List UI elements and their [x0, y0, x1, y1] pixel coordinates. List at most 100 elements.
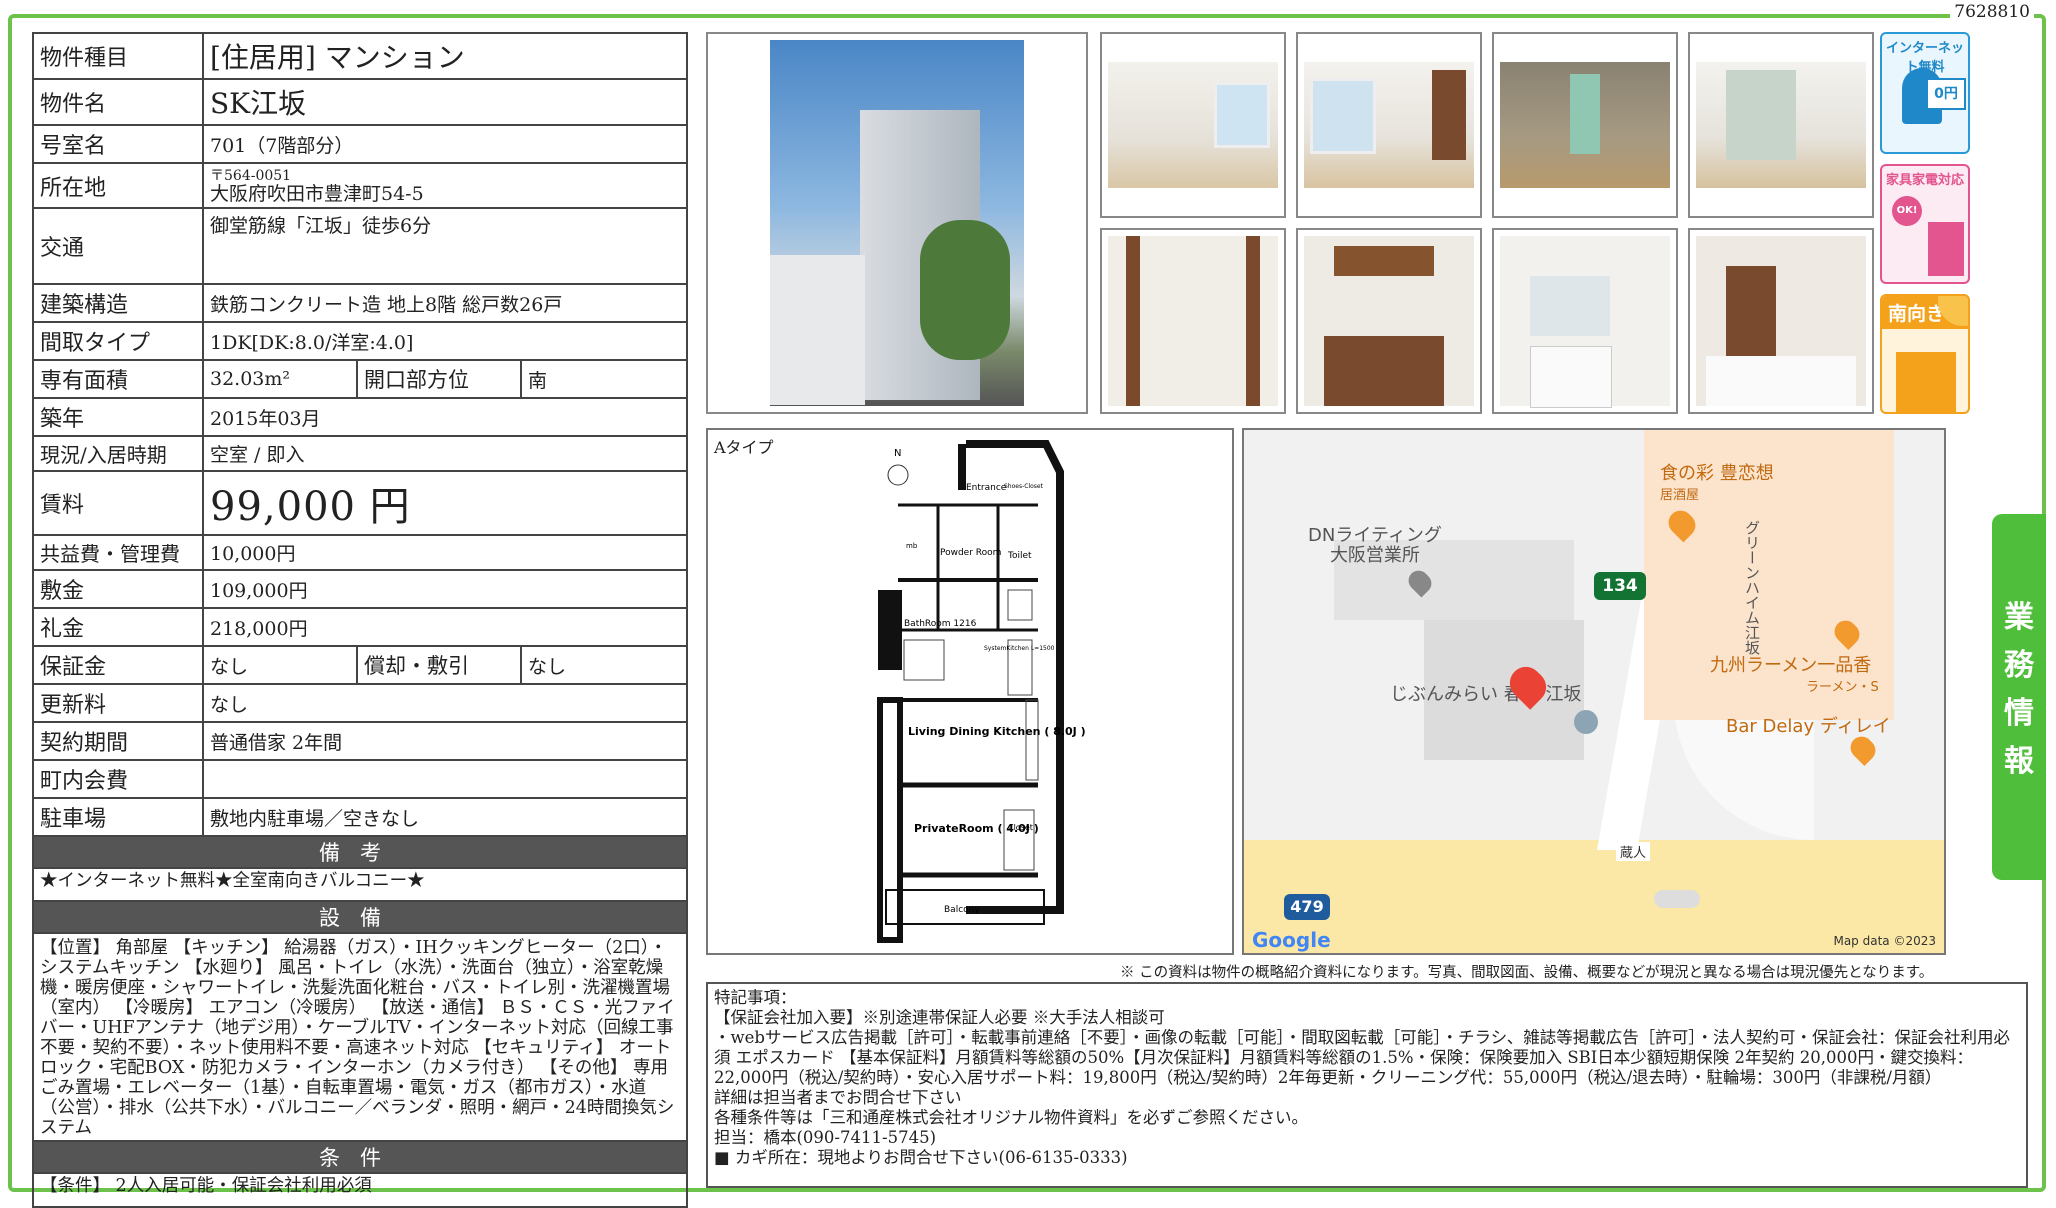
facing-label: 開口部方位: [356, 359, 522, 399]
contact-person: 担当：橋本(090-7411-5745): [714, 1128, 937, 1147]
layout-value: 1DK[DK:8.0/洋室:4.0]: [201, 321, 689, 361]
remarks-text: ★インターネット無料★全室南向きバルコニー★: [31, 867, 689, 902]
remarks-line-1: 【保証会社加入要】※別途連帯保証人必要 ※大手法人相談可: [714, 1008, 1165, 1027]
powder-room-label: Powder Room: [940, 548, 1001, 558]
town-fee-value: [201, 759, 689, 799]
room-photo-1[interactable]: [1100, 32, 1286, 218]
access-label: 交通: [32, 207, 204, 285]
house-icon: [1896, 352, 1956, 412]
building-image: [770, 40, 1024, 406]
renewal-value: なし: [201, 683, 689, 723]
fee-value: 10,000円: [201, 534, 689, 571]
facing-value: 南: [519, 359, 689, 399]
room-label: 号室名: [32, 124, 204, 164]
room-image: [1696, 62, 1866, 188]
layout-label: 間取タイプ: [32, 321, 204, 361]
type-value: [住居用] マンション: [201, 32, 689, 80]
room-photo-7[interactable]: [1492, 228, 1678, 414]
poi-bar: Bar Delay ディレイ: [1726, 716, 1891, 737]
special-remarks-box: 特記事項： 【保証会社加入要】※別途連帯保証人必要 ※大手法人相談可 ・webサ…: [706, 982, 2028, 1188]
shoes-closet-label: Shoes-Closet: [1004, 483, 1044, 490]
remarks-title: 特記事項：: [714, 988, 797, 1007]
toilet-label: Toilet: [1007, 551, 1032, 561]
deposit-label: 敷金: [32, 569, 204, 609]
room-image: [1108, 236, 1278, 406]
area-label: 専有面積: [32, 359, 204, 399]
room-image: [1304, 62, 1474, 188]
room-image: [1304, 236, 1474, 406]
traffic-light-icon: [1654, 890, 1700, 908]
contract-label: 契約期間: [32, 721, 204, 761]
town-fee-label: 町内会費: [32, 759, 204, 799]
remarks-header: 備考: [31, 835, 689, 869]
poi-restaurant-sub: 居酒屋: [1660, 488, 1700, 503]
renewal-label: 更新料: [32, 683, 204, 723]
floor-plan[interactable]: Aタイプ N Entrance Shoes-Closet mb Powder R…: [706, 428, 1234, 955]
balcony-label: Balcony: [944, 905, 980, 915]
fee-label: 共益費・管理費: [32, 534, 204, 571]
poi-ramen: 九州ラーメン一品香: [1710, 655, 1872, 676]
furniture-label: 家具家電対応: [1885, 173, 1964, 188]
deposit-value: 109,000円: [201, 569, 689, 609]
guarantee-value: なし: [202, 645, 358, 685]
room-photo-3[interactable]: [1492, 32, 1678, 218]
remarks-line-3: 詳細は担当者までお問合せ下さい: [714, 1088, 962, 1107]
name-value: SK江坂: [201, 78, 689, 126]
floor-plan-drawing: N Entrance Shoes-Closet mb Powder Room T…: [877, 440, 1086, 943]
zero-yen-sign: 0円: [1926, 78, 1966, 110]
status-value: 空室 / 即入: [201, 435, 689, 472]
poi-dn-lighting-sub: 大阪営業所: [1329, 545, 1420, 566]
entrance-label: Entrance: [966, 483, 1007, 493]
rent-value: 99,000 円: [201, 470, 689, 536]
route-134-shield: 134: [1594, 572, 1646, 600]
address-label: 所在地: [32, 162, 204, 209]
room-image: [1108, 62, 1278, 188]
equipment-header: 設備: [31, 900, 689, 934]
conditions-header: 条件: [31, 1140, 689, 1174]
furniture-badge: 家具家電対応 OK!: [1880, 164, 1970, 284]
disclaimer-note: ※ この資料は物件の概略紹介資料になります。写真、間取図面、設備、概要などが現況…: [1120, 965, 1934, 981]
structure-value: 鉄筋コンクリート造 地上8階 総戸数26戸: [201, 283, 689, 323]
north-label: N: [894, 448, 901, 459]
amort-value: なし: [519, 645, 689, 685]
ldk-label: Living Dining Kitchen ( 8.0J ): [908, 725, 1086, 738]
equipment-text: 【位置】 角部屋 【キッチン】 給湯器（ガス）・IHクッキングヒーター（2口）・…: [31, 932, 689, 1142]
closet-label: Closet: [1008, 823, 1033, 832]
poi-school: じぶんみらい: [1390, 684, 1498, 705]
key-location: ■ カギ所在：現地よりお問合せ下さい(06-6135-0333): [714, 1148, 1128, 1167]
room-value: 701（7階部分）: [201, 124, 689, 164]
keymoney-label: 礼金: [32, 607, 204, 647]
keymoney-value: 218,000円: [201, 607, 689, 647]
conditions-text: 【条件】 2人入居可能・保証会社利用必須: [31, 1172, 689, 1208]
kitchen-label: SystemKitchen L=1500: [984, 645, 1055, 652]
school-icon: [1574, 710, 1598, 734]
business-info-tab[interactable]: 業務情報: [1992, 514, 2046, 880]
ok-bubble-icon: OK!: [1892, 196, 1922, 226]
poi-green-heim: グリーンハイム江坂: [1743, 520, 1761, 655]
status-label: 現況/入居時期: [32, 435, 204, 472]
built-label: 築年: [32, 397, 204, 437]
bathroom-label: BathRoom 1216: [904, 619, 977, 629]
poi-dn-lighting: DNライティング: [1308, 525, 1442, 546]
poi-ramen-sub: ラーメン・S: [1806, 680, 1879, 695]
built-value: 2015年03月: [201, 397, 689, 437]
room-photo-6[interactable]: [1296, 228, 1482, 414]
building-photo[interactable]: [706, 32, 1088, 414]
zip-code: 〒564-0051: [210, 167, 292, 184]
room-photo-8[interactable]: [1688, 228, 1874, 414]
south-facing-badge: 南向き: [1880, 294, 1970, 414]
google-logo: Google: [1252, 928, 1331, 952]
name-label: 物件名: [32, 78, 204, 126]
property-spec-table: 物件種目 [住居用] マンション 物件名 SK江坂 号室名 701（7階部分） …: [31, 32, 689, 1208]
mb-label: mb: [906, 542, 918, 550]
room-photo-5[interactable]: [1100, 228, 1286, 414]
north-arrow-icon: [887, 464, 909, 486]
remarks-line-2: ・webサービス広告掲載［許可］・転載事前連絡［不要］・画像の転載［可能］・間取…: [714, 1028, 2011, 1087]
location-map[interactable]: DNライティング 大阪営業所 食の彩 豊恋想 居酒屋 グリーンハイム江坂 九州ラ…: [1242, 428, 1946, 955]
room-image: [1696, 236, 1866, 406]
remarks-line-4: 各種条件等は「三和通産株式会社オリジナル物件資料」を必ずご参照ください。: [714, 1108, 1308, 1127]
address-cell: 〒564-0051 大阪府吹田市豊津町54-5: [201, 162, 689, 209]
room-photo-4[interactable]: [1688, 32, 1874, 218]
area-value: 32.03m²: [202, 359, 358, 399]
room-photo-2[interactable]: [1296, 32, 1482, 218]
